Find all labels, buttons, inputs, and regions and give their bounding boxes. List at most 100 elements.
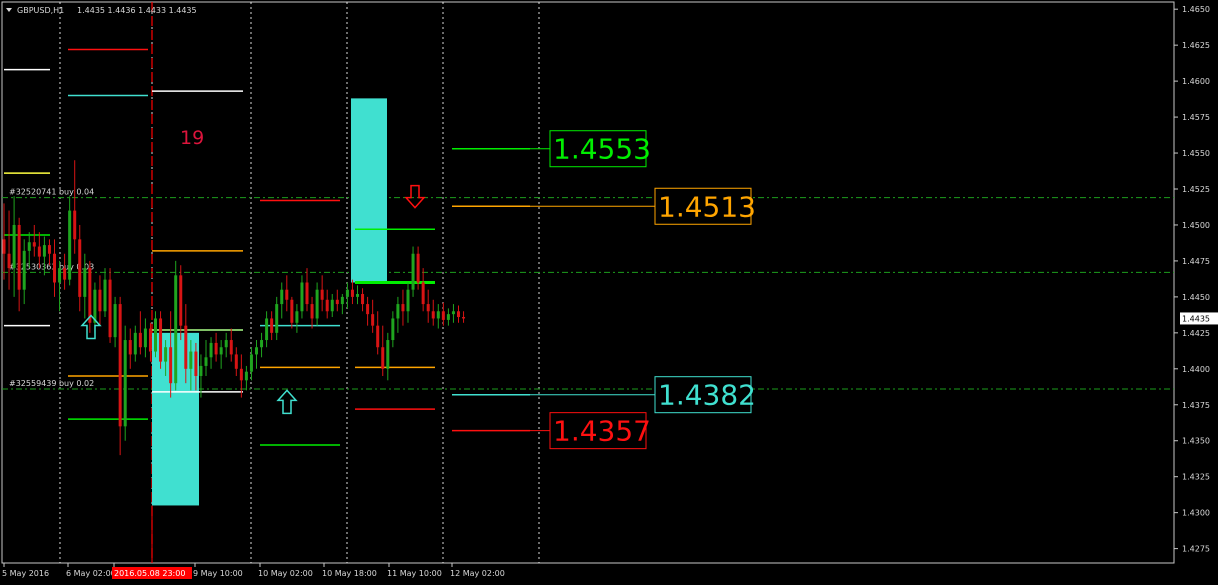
candle-body <box>194 351 198 376</box>
candle-body <box>68 210 72 280</box>
candle-body <box>138 332 142 348</box>
candle-body <box>42 245 46 257</box>
ohlc-readout: 1.4435 1.4436 1.4433 1.4435 <box>77 6 197 15</box>
candle-body <box>184 325 188 369</box>
candle-body <box>37 246 41 257</box>
candle-body <box>78 239 82 297</box>
candle-body <box>255 347 258 355</box>
y-tick-label: 1.4650 <box>1182 5 1210 14</box>
chart-window[interactable]: #32520741 buy 0.04 #32530363 buy 0.03 #325… <box>0 0 1218 585</box>
candle-body <box>32 242 36 247</box>
candle-body <box>361 294 365 305</box>
candle-body <box>22 250 26 290</box>
y-tick-label: 1.4325 <box>1182 473 1210 482</box>
candle-body <box>416 253 420 283</box>
supply-demand-zone[interactable] <box>351 98 387 283</box>
candle-body <box>164 347 168 362</box>
candle-body <box>214 342 218 355</box>
candle-body <box>280 289 284 305</box>
candle-body <box>133 332 137 355</box>
x-tick-label-highlight: 2016.05.08 23:00 <box>114 569 185 578</box>
level-box-value: 1.4357 <box>553 415 651 448</box>
candle-body <box>63 268 67 280</box>
x-tick-label: 6 May 02:00 <box>66 569 116 578</box>
y-tick-label: 1.4575 <box>1182 113 1210 122</box>
candle-body <box>123 340 127 427</box>
triangle-down-icon[interactable] <box>6 8 12 12</box>
y-tick-label: 1.4350 <box>1182 437 1210 446</box>
candle-body <box>239 368 243 381</box>
candle-body <box>98 289 102 312</box>
candle-body <box>179 275 183 326</box>
candle-body <box>113 304 117 338</box>
candle-body <box>431 311 435 319</box>
y-tick-label: 1.4275 <box>1182 545 1210 554</box>
candle-body <box>335 299 339 305</box>
candle-body <box>426 304 430 312</box>
candle-body <box>103 279 107 312</box>
y-tick-label: 1.4425 <box>1182 329 1210 338</box>
symbol-label: GBPUSD,H1 <box>17 6 64 15</box>
candle-body <box>446 314 450 320</box>
y-tick-label: 1.4625 <box>1182 41 1210 50</box>
candle-body <box>53 253 56 283</box>
order-label: #32559439 buy 0.02 <box>9 379 94 388</box>
candle-body <box>128 340 132 355</box>
candle-body <box>411 253 415 290</box>
candle-body <box>224 340 228 348</box>
candle-body <box>330 299 334 312</box>
candle-body <box>143 328 147 348</box>
candle-body <box>73 210 77 240</box>
candle-body <box>12 224 16 269</box>
order-label: #32520741 buy 0.04 <box>9 188 94 197</box>
candle-body <box>391 318 395 341</box>
level-box-value: 1.4513 <box>658 190 756 223</box>
candle-body <box>325 299 329 312</box>
candle-body <box>305 282 309 305</box>
candle-body <box>83 268 87 297</box>
candle-body <box>381 347 385 369</box>
candle-body <box>345 289 349 297</box>
candle-body <box>315 289 319 319</box>
candle-body <box>204 357 208 366</box>
candle-body <box>199 365 203 376</box>
y-tick-label: 1.4500 <box>1182 221 1210 230</box>
y-tick-label: 1.4475 <box>1182 257 1210 266</box>
candle-body <box>118 304 122 427</box>
candle-body <box>356 294 359 297</box>
candle-body <box>234 354 238 369</box>
candle-body <box>174 275 178 384</box>
candle-body <box>457 311 460 318</box>
candle-body <box>244 371 248 381</box>
x-tick-label: 12 May 02:00 <box>450 569 505 578</box>
x-tick-label: 11 May 10:00 <box>387 569 442 578</box>
y-tick-label: 1.4600 <box>1182 77 1210 86</box>
candle-body <box>17 224 21 290</box>
candle-body <box>260 340 264 348</box>
y-tick-label: 1.4450 <box>1182 293 1210 302</box>
candle-body <box>310 304 314 319</box>
y-tick-label: 1.4375 <box>1182 401 1210 410</box>
y-tick-label: 1.4300 <box>1182 509 1210 518</box>
candle-body <box>451 311 455 315</box>
candle-body <box>229 340 233 355</box>
candle-body <box>386 340 390 369</box>
candle-body <box>47 245 51 254</box>
order-label: #32530363 buy 0.03 <box>9 262 94 271</box>
x-tick-label: 9 May 10:00 <box>193 569 243 578</box>
x-tick-label: 10 May 18:00 <box>322 569 377 578</box>
candle-body <box>27 242 31 251</box>
candle-body <box>148 328 152 352</box>
candle-body <box>249 354 253 372</box>
x-tick-label: 10 May 02:00 <box>258 569 313 578</box>
candle-body <box>2 239 6 254</box>
candle-body <box>350 289 354 297</box>
candle-body <box>154 318 157 352</box>
candle-body <box>300 282 304 312</box>
candle-body <box>406 289 410 312</box>
price-chart[interactable]: #32520741 buy 0.04 #32530363 buy 0.03 #325… <box>0 0 1218 585</box>
candle-body <box>421 282 425 305</box>
candle-body <box>340 296 344 305</box>
candle-body <box>108 279 112 338</box>
candle-body <box>366 304 370 315</box>
